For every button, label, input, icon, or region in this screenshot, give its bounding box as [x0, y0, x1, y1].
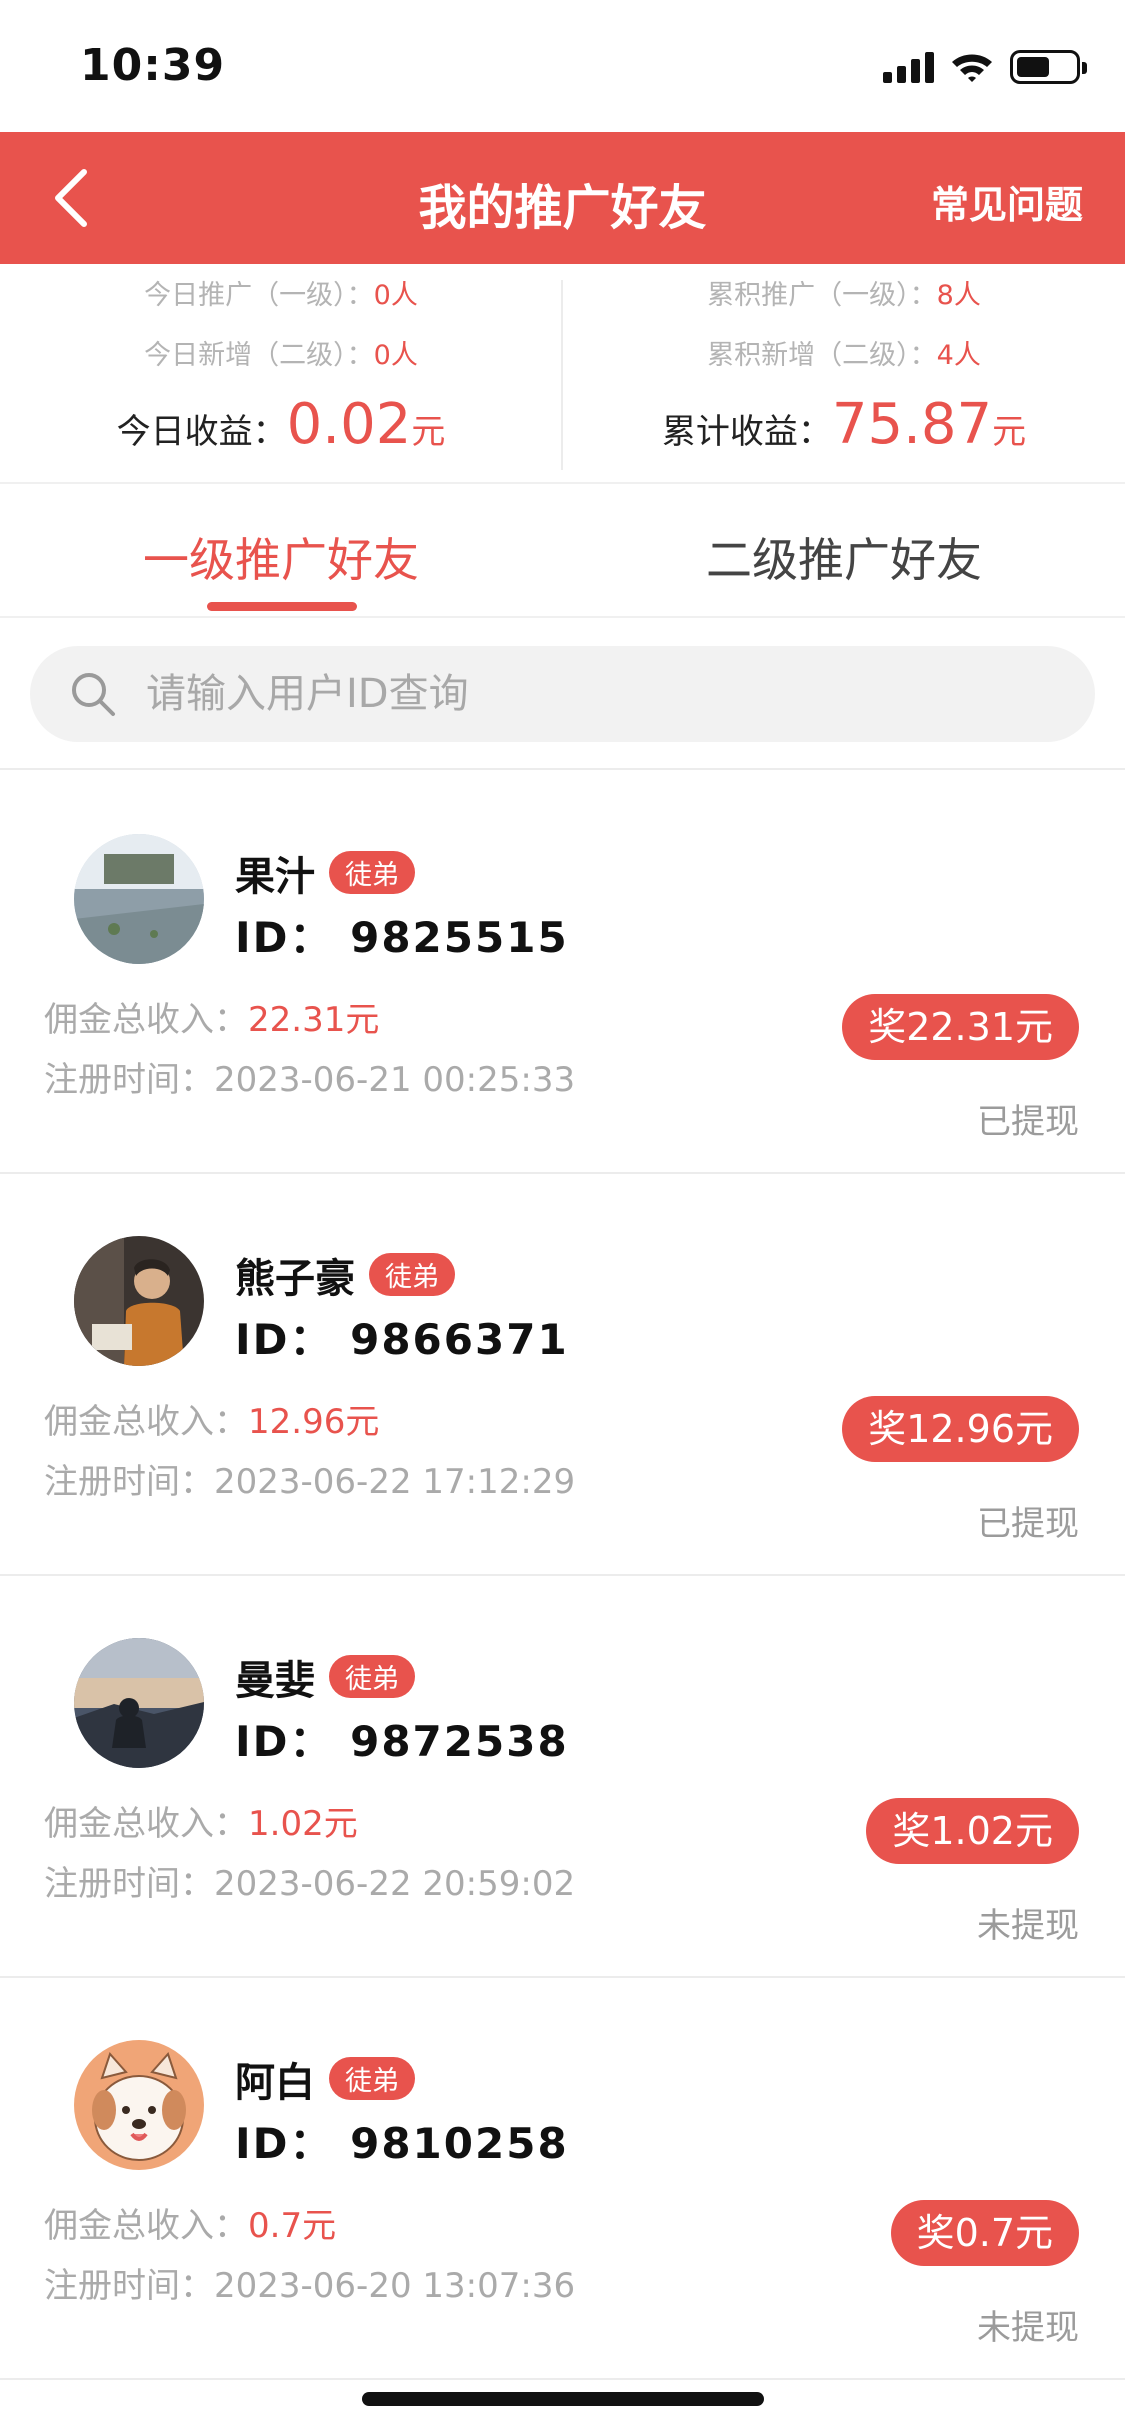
- friend-list-item[interactable]: 果汁 徒弟 ID： 9825515 佣金总收入：22.31元 注册时间：2023-…: [0, 772, 1125, 1174]
- friend-name: 果汁 徒弟: [235, 844, 415, 902]
- withdraw-status: 已提现: [977, 1102, 1079, 1142]
- search-section: [0, 620, 1125, 770]
- total-earnings: 累计收益：75.87元: [661, 392, 1027, 457]
- commission-income: 佣金总收入：1.02元: [44, 1804, 358, 1844]
- avatar: [74, 2040, 204, 2170]
- friend-id: ID： 9872538: [235, 1717, 569, 1766]
- avatar: [74, 1638, 204, 1768]
- commission-income: 佣金总收入：22.31元: [44, 1000, 380, 1040]
- today-earnings: 今日收益：0.02元: [116, 392, 446, 457]
- tab-level-one-friends[interactable]: 一级推广好友: [0, 484, 562, 618]
- wifi-icon: [952, 54, 992, 82]
- status-bar: 10:39: [0, 0, 1125, 132]
- registration-time: 注册时间：2023-06-20 13:07:36: [44, 2266, 576, 2306]
- friend-id: ID： 9810258: [235, 2119, 569, 2168]
- friend-list-item[interactable]: 熊子豪 徒弟 ID： 9866371 佣金总收入：12.96元 注册时间：2023…: [0, 1174, 1125, 1576]
- tab-bar: 一级推广好友 二级推广好友: [0, 484, 1125, 618]
- registration-time: 注册时间：2023-06-21 00:25:33: [44, 1060, 576, 1100]
- today-promoted-line: 今日推广（一级）：0人: [144, 280, 418, 311]
- role-badge: 徒弟: [329, 2057, 415, 2100]
- active-tab-indicator: [207, 602, 357, 611]
- status-icons: [883, 50, 1087, 84]
- reward-badge[interactable]: 奖1.02元: [866, 1798, 1079, 1864]
- role-badge: 徒弟: [329, 1655, 415, 1698]
- avatar: [74, 1236, 204, 1366]
- reward-badge[interactable]: 奖0.7元: [890, 2200, 1079, 2266]
- status-time: 10:39: [80, 40, 226, 91]
- withdraw-status: 未提现: [977, 2308, 1079, 2348]
- commission-income: 佣金总收入：12.96元: [44, 1402, 380, 1442]
- summary-cumulative: 累积推广（一级）：8人 累积新增（二级）：4人 累计收益：75.87元: [563, 264, 1125, 484]
- faq-button[interactable]: 常见问题: [931, 174, 1083, 229]
- friend-list-item[interactable]: 阿白 徒弟 ID： 9810258 佣金总收入：0.7元 注册时间：2023-06…: [0, 1978, 1125, 2380]
- battery-icon: [1010, 50, 1087, 84]
- registration-time: 注册时间：2023-06-22 17:12:29: [44, 1462, 576, 1502]
- search-input[interactable]: [146, 671, 1046, 717]
- search-icon: [72, 673, 115, 716]
- role-badge: 徒弟: [369, 1253, 455, 1296]
- commission-income: 佣金总收入：0.7元: [44, 2206, 337, 2246]
- registration-time: 注册时间：2023-06-22 20:59:02: [44, 1864, 576, 1904]
- nav-bar: 我的推广好友 常见问题: [0, 132, 1125, 264]
- search-box[interactable]: [30, 646, 1095, 742]
- home-indicator[interactable]: [362, 2392, 764, 2406]
- reward-badge[interactable]: 奖22.31元: [842, 994, 1079, 1060]
- withdraw-status: 未提现: [977, 1906, 1079, 1946]
- friend-name: 熊子豪 徒弟: [235, 1246, 455, 1304]
- total-new-line: 累积新增（二级）：4人: [707, 340, 981, 371]
- friend-id: ID： 9866371: [235, 1315, 569, 1364]
- cellular-signal-icon: [883, 51, 934, 83]
- avatar: [74, 834, 204, 964]
- friend-name: 曼婓 徒弟: [235, 1648, 415, 1706]
- role-badge: 徒弟: [329, 851, 415, 894]
- friend-id: ID： 9825515: [235, 913, 569, 962]
- earnings-summary: 今日推广（一级）：0人 今日新增（二级）：0人 今日收益：0.02元 累积推广（…: [0, 264, 1125, 484]
- reward-badge[interactable]: 奖12.96元: [842, 1396, 1079, 1462]
- today-new-line: 今日新增（二级）：0人: [144, 340, 418, 371]
- friend-list-item[interactable]: 曼婓 徒弟 ID： 9872538 佣金总收入：1.02元 注册时间：2023-0…: [0, 1576, 1125, 1978]
- friend-name: 阿白 徒弟: [235, 2050, 415, 2108]
- withdraw-status: 已提现: [977, 1504, 1079, 1544]
- tab-level-two-friends[interactable]: 二级推广好友: [563, 484, 1125, 618]
- summary-today: 今日推广（一级）：0人 今日新增（二级）：0人 今日收益：0.02元: [0, 264, 562, 484]
- total-promoted-line: 累积推广（一级）：8人: [707, 280, 981, 311]
- friend-list: 果汁 徒弟 ID： 9825515 佣金总收入：22.31元 注册时间：2023-…: [0, 772, 1125, 2380]
